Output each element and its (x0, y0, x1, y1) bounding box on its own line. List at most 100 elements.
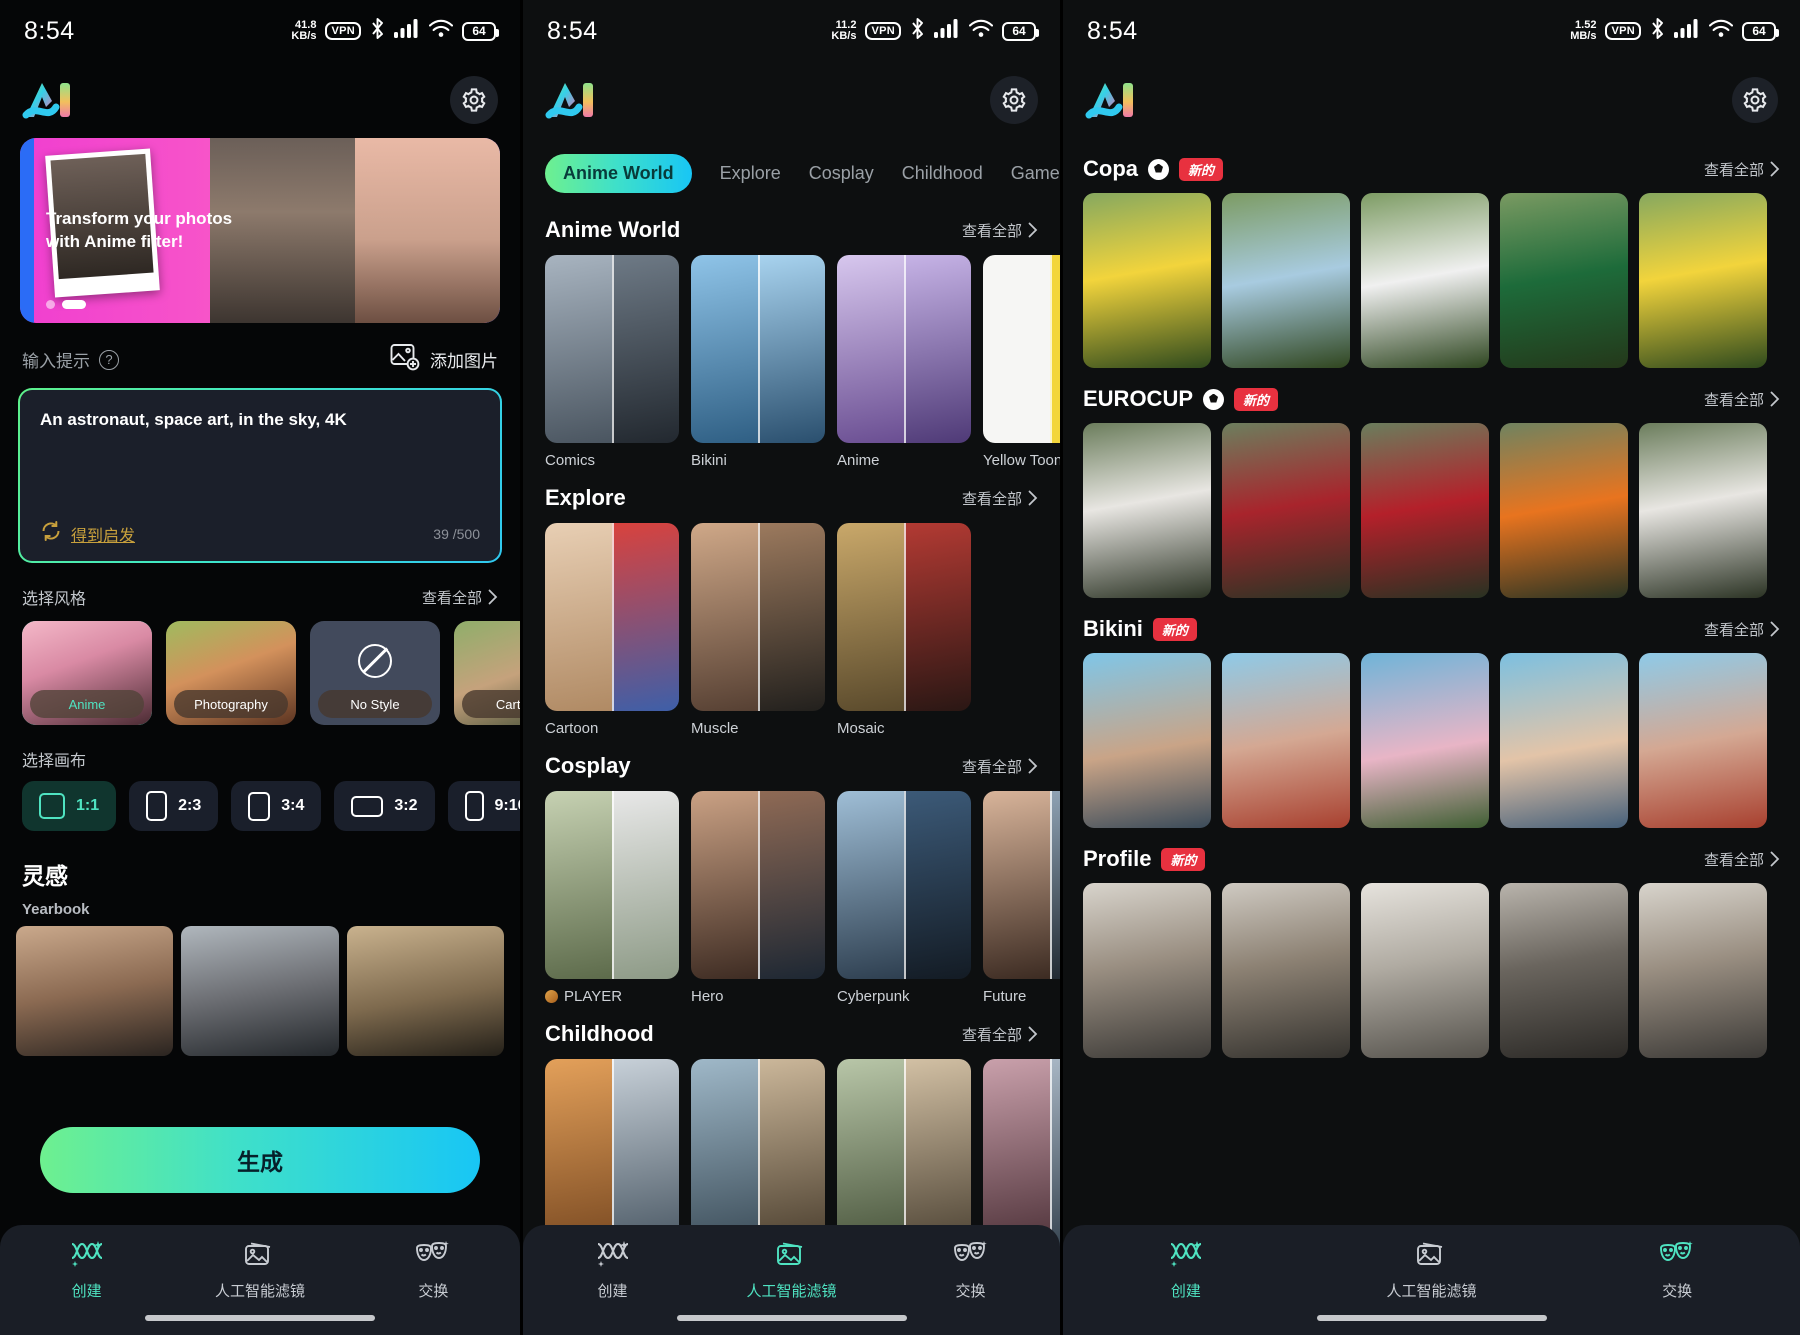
style-card-list[interactable]: Anime Photography No Style Cartoon (0, 621, 520, 725)
card-row-bikini[interactable] (1063, 653, 1800, 828)
see-all-copa[interactable]: 查看全部 (1704, 159, 1780, 180)
swap-card[interactable] (1361, 193, 1489, 368)
see-all-eurocup[interactable]: 查看全部 (1704, 389, 1780, 410)
swap-card[interactable] (1083, 653, 1211, 828)
canvas-ratio-list[interactable]: 1:1 2:3 3:4 3:2 9:16 (0, 781, 520, 831)
prompt-value[interactable]: An astronaut, space art, in the sky, 4K (40, 408, 480, 432)
bottom-nav-2[interactable]: 创建 人工智能滤镜 交换 (523, 1225, 1060, 1335)
see-all-childhood[interactable]: 查看全部 (962, 1024, 1038, 1045)
swap-card[interactable] (1083, 883, 1211, 1058)
filter-card[interactable] (837, 1059, 971, 1247)
prompt-input[interactable]: An astronaut, space art, in the sky, 4K … (18, 388, 520, 563)
filter-card[interactable]: Cyberpunk (837, 791, 971, 1005)
nav-item-create[interactable]: 创建 (523, 1239, 702, 1301)
see-all-anime-world[interactable]: 查看全部 (962, 220, 1038, 241)
nav-item-ai-filter[interactable]: 人工智能滤镜 (702, 1239, 881, 1301)
filter-card[interactable] (545, 1059, 679, 1247)
filter-card[interactable]: Future (983, 791, 1060, 1005)
card-row-anime-world[interactable]: Comics Bikini Anime Yellow Toon (523, 255, 1060, 469)
card-row-profile[interactable] (1063, 883, 1800, 1058)
banner-page-dots[interactable] (46, 300, 86, 309)
ratio-chip-3-4[interactable]: 3:4 (231, 781, 322, 831)
see-all-bikini[interactable]: 查看全部 (1704, 619, 1780, 640)
tab-explore[interactable]: Explore (720, 163, 781, 184)
banner-dot-active[interactable] (62, 300, 86, 309)
nav-item-ai-filter[interactable]: 人工智能滤镜 (1309, 1239, 1555, 1301)
filter-card[interactable]: Cartoon (545, 523, 679, 737)
tab-game[interactable]: Game (1011, 163, 1060, 184)
see-all-cosplay[interactable]: 查看全部 (962, 756, 1038, 777)
bottom-nav-1[interactable]: 创建 人工智能滤镜 交换 (0, 1225, 520, 1335)
swap-card[interactable] (1639, 193, 1767, 368)
banner-dot[interactable] (46, 300, 55, 309)
swap-card[interactable] (1500, 883, 1628, 1058)
swap-card[interactable] (1222, 193, 1350, 368)
nav-item-create[interactable]: 创建 (0, 1239, 173, 1301)
style-card-photography[interactable]: Photography (166, 621, 296, 725)
card-row-explore[interactable]: Cartoon Muscle Mosaic (523, 523, 1060, 737)
swap-card[interactable] (1222, 883, 1350, 1058)
swap-card[interactable] (1361, 883, 1489, 1058)
filter-card[interactable]: Yellow Toon (983, 255, 1060, 469)
swap-card[interactable] (1500, 423, 1628, 598)
filter-card[interactable]: Comics (545, 255, 679, 469)
filter-card[interactable]: Muscle (691, 523, 825, 737)
promo-banner[interactable]: Transform your photos with Anime filter! (20, 138, 500, 323)
inspiration-card[interactable] (181, 926, 339, 1056)
filter-card[interactable]: Hero (691, 791, 825, 1005)
nav-item-ai-filter[interactable]: 人工智能滤镜 (173, 1239, 346, 1301)
filter-card[interactable]: Bikini (691, 255, 825, 469)
inspiration-card[interactable] (16, 926, 174, 1056)
swap-card[interactable] (1639, 653, 1767, 828)
swap-card[interactable] (1500, 653, 1628, 828)
card-row-copa[interactable] (1063, 193, 1800, 368)
see-all-explore[interactable]: 查看全部 (962, 488, 1038, 509)
nav-item-create[interactable]: 创建 (1063, 1239, 1309, 1301)
filter-card[interactable] (691, 1059, 825, 1247)
swap-card[interactable] (1639, 883, 1767, 1058)
style-card-anime[interactable]: Anime (22, 621, 152, 725)
style-card-no-style[interactable]: No Style (310, 621, 440, 725)
swap-card[interactable] (1361, 423, 1489, 598)
swap-card[interactable] (1639, 423, 1767, 598)
ratio-chip-2-3[interactable]: 2:3 (129, 781, 219, 831)
settings-button[interactable] (990, 76, 1038, 124)
generate-button[interactable]: 生成 (40, 1127, 480, 1193)
nav-item-swap[interactable]: 交换 (1554, 1239, 1800, 1301)
settings-button[interactable] (1732, 77, 1778, 123)
nav-item-swap[interactable]: 交换 (881, 1239, 1060, 1301)
promo-banner-carousel[interactable]: Transform your photos with Anime filter! (0, 138, 520, 323)
style-card-cartoon[interactable]: Cartoon (454, 621, 520, 725)
add-image-button[interactable]: 添加图片 (390, 343, 498, 376)
inspiration-card-list[interactable] (0, 926, 520, 1056)
ratio-chip-9-16[interactable]: 9:16 (447, 781, 520, 831)
swap-card[interactable] (1083, 193, 1211, 368)
card-row-cosplay[interactable]: PLAYER Hero Cyberpunk Future (523, 791, 1060, 1005)
filter-card[interactable]: Anime (837, 255, 971, 469)
swap-card[interactable] (1500, 193, 1628, 368)
inspiration-card[interactable] (346, 926, 504, 1056)
tab-childhood[interactable]: Childhood (902, 163, 983, 184)
tab-anime-world[interactable]: Anime World (545, 154, 692, 193)
swap-card[interactable] (1361, 653, 1489, 828)
add-image-label: 添加图片 (430, 352, 498, 371)
bottom-nav-3[interactable]: 创建 人工智能滤镜 交换 (1063, 1225, 1800, 1335)
category-tabs[interactable]: Anime World Explore Cosplay Childhood Ga… (523, 138, 1060, 201)
style-see-all-button[interactable]: 查看全部 (422, 587, 498, 608)
help-icon[interactable]: ? (99, 349, 119, 370)
card-row-childhood[interactable] (523, 1059, 1060, 1247)
ratio-chip-3-2[interactable]: 3:2 (334, 781, 435, 831)
tab-cosplay[interactable]: Cosplay (809, 163, 874, 184)
filter-card[interactable]: Mosaic (837, 523, 971, 737)
settings-button[interactable] (450, 76, 498, 124)
filter-card[interactable] (983, 1059, 1060, 1247)
filter-card[interactable]: PLAYER (545, 791, 679, 1005)
see-all-profile[interactable]: 查看全部 (1704, 849, 1780, 870)
nav-item-swap[interactable]: 交换 (347, 1239, 520, 1301)
inspire-button[interactable]: 得到启发 (40, 520, 135, 547)
ratio-chip-1-1[interactable]: 1:1 (22, 781, 117, 831)
swap-card[interactable] (1222, 423, 1350, 598)
swap-card[interactable] (1222, 653, 1350, 828)
card-row-eurocup[interactable] (1063, 423, 1800, 598)
swap-card[interactable] (1083, 423, 1211, 598)
